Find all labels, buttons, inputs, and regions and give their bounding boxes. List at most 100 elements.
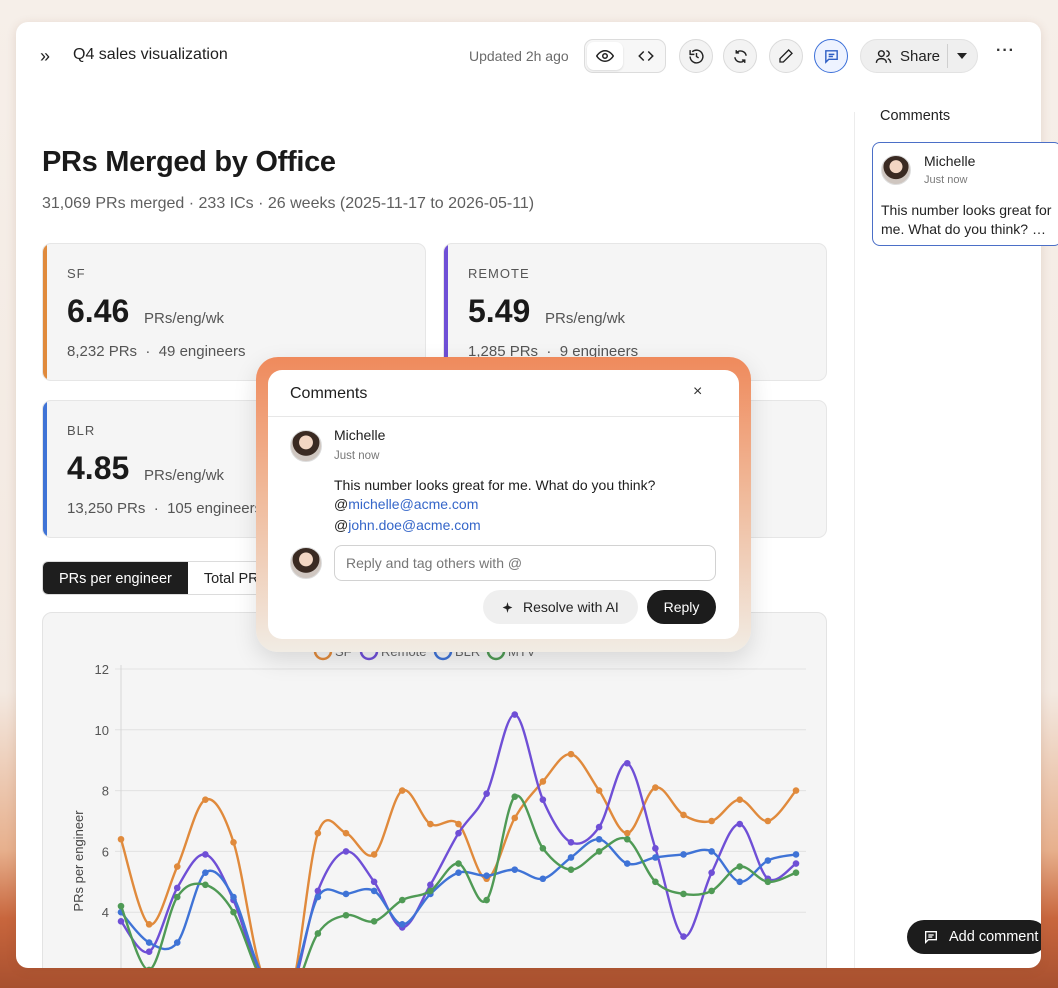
data-point-mtv: [314, 930, 322, 937]
share-control: Share: [860, 39, 978, 73]
card-unit: PRs/eng/wk: [144, 310, 225, 327]
close-icon[interactable]: ×: [693, 383, 702, 401]
code-icon: [638, 50, 654, 62]
data-point-sf: [623, 829, 631, 837]
comment-time: Just now: [334, 450, 380, 462]
data-point-mtv: [511, 793, 519, 800]
card-prs: 8,232 PRs: [67, 343, 138, 360]
data-point-mtv: [708, 887, 715, 895]
data-point-sf: [173, 863, 181, 870]
comments-panel-title: Comments: [880, 108, 951, 124]
comment-time: Just now: [924, 174, 968, 186]
refresh-button[interactable]: [723, 39, 757, 73]
comment-text: This number looks great for me. What do …: [881, 202, 1052, 237]
mention-link[interactable]: john.doe@acme.com: [348, 517, 481, 533]
data-point-sf: [230, 838, 237, 846]
card-label: SF: [67, 266, 86, 281]
pencil-icon: [779, 49, 793, 63]
y-tick-label: 4: [102, 905, 109, 920]
data-point-remote: [623, 759, 631, 767]
data-point-sf: [314, 829, 322, 837]
data-point-remote: [736, 820, 744, 828]
data-point-sf: [427, 820, 434, 828]
expand-sidebar-icon[interactable]: »: [40, 46, 50, 66]
reply-button[interactable]: Reply: [647, 590, 716, 624]
data-point-mtv: [398, 896, 406, 904]
data-point-mtv: [342, 911, 350, 919]
data-point-sf: [455, 820, 462, 828]
mention: @john.doe@acme.com: [334, 517, 481, 533]
mention-at: @: [334, 517, 349, 533]
preview-toggle[interactable]: [587, 42, 623, 70]
comment-text: This number looks great for me. What do …: [334, 477, 656, 493]
data-point-mtv: [173, 893, 181, 901]
data-point-blr: [764, 857, 772, 864]
card-unit: PRs/eng/wk: [545, 310, 626, 327]
data-point-mtv: [567, 866, 575, 873]
avatar: [290, 430, 322, 462]
data-point-remote: [792, 860, 800, 867]
data-point-sf: [736, 796, 744, 804]
data-point-blr: [342, 890, 350, 898]
data-point-remote: [427, 881, 434, 889]
report-summary: 31,069 PRs merged · 233 ICs · 26 weeks (…: [42, 195, 535, 212]
data-point-mtv: [539, 845, 547, 852]
refresh-icon: [733, 49, 747, 63]
data-point-sf: [342, 829, 350, 837]
data-point-remote: [117, 918, 125, 925]
series-line-blr: [120, 838, 797, 968]
code-toggle[interactable]: [628, 42, 664, 70]
card-accent: [43, 401, 47, 537]
y-tick-label: 10: [95, 723, 109, 738]
mention: @michelle@acme.com: [334, 496, 478, 512]
data-point-mtv: [230, 908, 237, 916]
reply-input[interactable]: [334, 545, 716, 581]
resolve-with-ai-button[interactable]: Resolve with AI: [483, 590, 638, 624]
divider: [268, 416, 739, 417]
line-chart: 24681012PRs per engineerSFRemoteBLRMTV: [71, 641, 806, 968]
data-point-sf: [792, 787, 800, 794]
card-engineers: 105 engineers: [167, 500, 263, 517]
data-point-mtv: [623, 835, 631, 843]
data-point-sf: [202, 796, 209, 804]
y-tick-label: 2: [102, 966, 109, 968]
resolve-label: Resolve with AI: [523, 599, 619, 615]
data-point-blr: [455, 869, 462, 876]
data-point-mtv: [792, 869, 800, 876]
comment-icon: [824, 49, 838, 64]
data-point-blr: [202, 869, 209, 876]
comments-button[interactable]: [814, 39, 848, 73]
history-button[interactable]: [679, 39, 713, 73]
mention-at: @: [334, 496, 349, 512]
data-point-blr: [792, 851, 800, 858]
data-point-sf: [511, 814, 519, 822]
y-axis-label: PRs per engineer: [71, 810, 86, 912]
data-point-blr: [511, 866, 519, 873]
share-button[interactable]: Share: [861, 40, 947, 72]
data-point-blr: [314, 893, 322, 901]
data-point-blr: [230, 893, 237, 901]
add-comment-button[interactable]: Add comment: [907, 920, 1041, 954]
card-value: 6.46: [67, 293, 130, 329]
mention-link[interactable]: michelle@acme.com: [348, 496, 478, 512]
avatar: [290, 547, 322, 579]
data-point-blr: [595, 835, 603, 843]
card-accent: [43, 244, 47, 380]
data-point-sf: [145, 921, 153, 928]
share-dropdown[interactable]: [947, 40, 977, 72]
comment-card[interactable]: Michelle Just now This number looks grea…: [872, 142, 1058, 246]
data-point-sf: [117, 835, 125, 843]
data-point-sf: [680, 811, 687, 819]
card-label: REMOTE: [468, 266, 530, 281]
updated-timestamp: Updated 2h ago: [469, 48, 569, 64]
data-point-blr: [398, 921, 406, 928]
data-point-mtv: [595, 848, 603, 855]
data-point-remote: [483, 790, 490, 797]
data-point-blr: [623, 860, 631, 867]
data-point-mtv: [736, 863, 744, 870]
edit-button[interactable]: [769, 39, 803, 73]
more-options-icon[interactable]: ···: [996, 42, 1015, 60]
tab-prs-per-engineer[interactable]: PRs per engineer: [43, 562, 188, 594]
data-point-blr: [736, 878, 744, 886]
add-comment-label: Add comment: [949, 929, 1039, 945]
